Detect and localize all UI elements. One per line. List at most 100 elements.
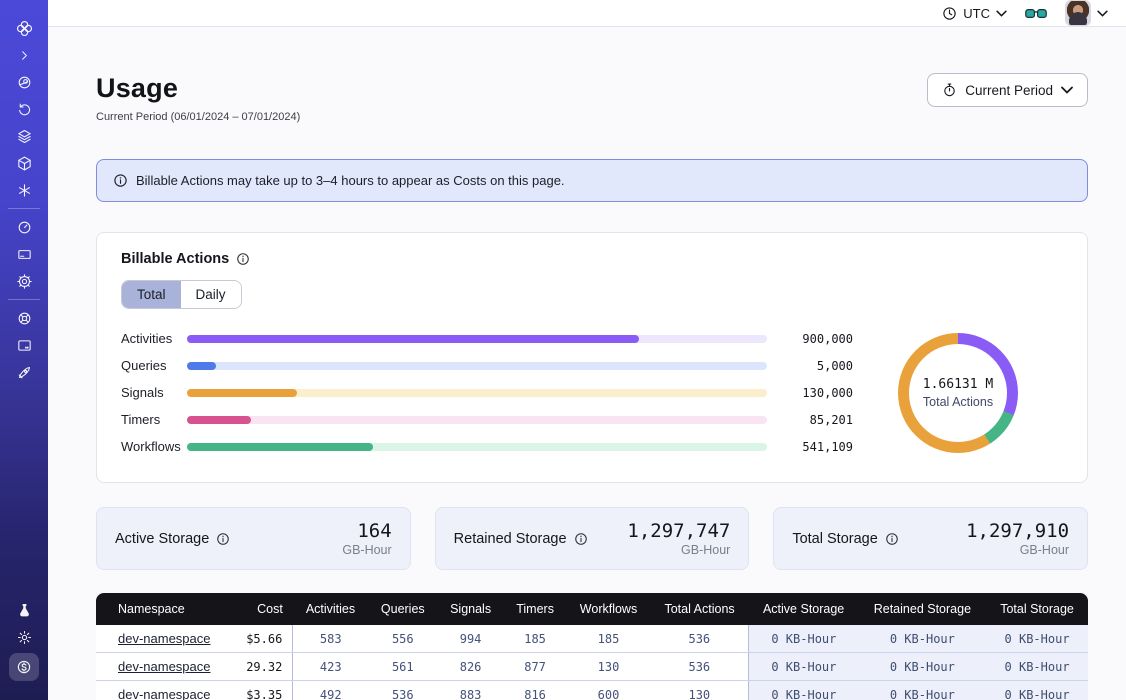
theme-sun-icon[interactable] — [11, 626, 37, 648]
cell-active-storage: 0 KB-Hour — [749, 625, 859, 653]
cell-retained-storage: 0 KB-Hour — [859, 681, 986, 700]
total-storage-label: Total Storage — [792, 531, 877, 547]
cell-total-actions: 130 — [651, 681, 749, 700]
layers-icon[interactable] — [11, 125, 37, 147]
cell-activities: 423 — [293, 653, 368, 681]
cell-total-actions: 536 — [651, 625, 749, 653]
labs-flask-icon[interactable] — [11, 599, 37, 621]
stopwatch-icon — [942, 82, 957, 98]
topbar: UTC — [48, 0, 1126, 27]
bar-row-workflows: Workflows 541,109 — [121, 433, 853, 460]
chevron-down-icon — [996, 10, 1007, 17]
bar-value: 541,109 — [781, 440, 853, 454]
timezone-selector[interactable]: UTC — [942, 6, 1007, 21]
bar-fill — [187, 335, 639, 343]
nexus-asterisk-icon[interactable] — [11, 179, 37, 201]
glasses-icon[interactable] — [1025, 7, 1047, 20]
bar-value: 85,201 — [781, 413, 853, 427]
bar-row-timers: Timers 85,201 — [121, 406, 853, 433]
info-icon — [113, 173, 128, 188]
cell-signals: 826 — [437, 653, 503, 681]
support-lifebuoy-icon[interactable] — [11, 307, 37, 329]
page-title: Usage — [96, 73, 300, 104]
namespace-link[interactable]: dev-namespace — [118, 687, 211, 700]
info-icon[interactable] — [574, 532, 588, 546]
col-queries: Queries — [368, 593, 437, 625]
cell-total-storage: 0 KB-Hour — [986, 681, 1088, 700]
bar-row-queries: Queries 5,000 — [121, 352, 853, 379]
cell-queries: 556 — [368, 625, 437, 653]
cell-signals: 883 — [437, 681, 503, 700]
pricing-dollar-icon[interactable] — [9, 653, 39, 681]
bar-value: 900,000 — [781, 332, 853, 346]
page-subtitle: Current Period (06/01/2024 – 07/01/2024) — [96, 111, 300, 123]
namespaces-icon[interactable] — [11, 71, 37, 93]
bar-track — [187, 389, 767, 397]
temporal-logo-icon[interactable] — [11, 17, 37, 39]
info-icon[interactable] — [236, 252, 250, 266]
info-icon[interactable] — [885, 532, 899, 546]
cell-workflows: 130 — [566, 653, 650, 681]
cell-timers: 877 — [504, 653, 567, 681]
usage-page: Usage Current Period (06/01/2024 – 07/01… — [48, 27, 1126, 700]
cell-retained-storage: 0 KB-Hour — [859, 653, 986, 681]
col-retained-storage: Retained Storage — [859, 593, 986, 625]
app-window: UTC Usage Current Period (06/01/2024 – 0… — [0, 0, 1126, 700]
cell-queries: 536 — [368, 681, 437, 700]
docs-terminal-icon[interactable] — [11, 334, 37, 356]
chevron-right-icon[interactable] — [11, 44, 37, 66]
active-storage-unit: GB-Hour — [342, 543, 391, 557]
bar-label: Queries — [121, 358, 187, 373]
col-active-storage: Active Storage — [749, 593, 859, 625]
tab-daily[interactable]: Daily — [181, 281, 241, 308]
active-storage-card: Active Storage 164 GB-Hour — [96, 507, 411, 570]
col-total-actions: Total Actions — [651, 593, 749, 625]
cell-cost: 29.32 — [231, 653, 293, 681]
chevron-down-icon — [1061, 86, 1073, 94]
billing-card-icon[interactable] — [11, 243, 37, 265]
getting-started-rocket-icon[interactable] — [11, 361, 37, 383]
cell-total-storage: 0 KB-Hour — [986, 653, 1088, 681]
cell-retained-storage: 0 KB-Hour — [859, 625, 986, 653]
history-icon[interactable] — [11, 98, 37, 120]
col-activities: Activities — [293, 593, 368, 625]
table-header-row: Namespace Cost Activities Queries Signal… — [96, 593, 1088, 625]
bar-fill — [187, 389, 297, 397]
namespace-link[interactable]: dev-namespace — [118, 631, 211, 646]
table-row: dev-namespace $5.66 583 556 994 185 185 … — [96, 625, 1088, 653]
info-banner-text: Billable Actions may take up to 3–4 hour… — [136, 173, 565, 188]
donut-center: 1.66131 M Total Actions — [909, 344, 1007, 442]
cell-queries: 561 — [368, 653, 437, 681]
info-icon[interactable] — [216, 532, 230, 546]
sidebar — [0, 0, 48, 700]
billable-view-tabs: Total Daily — [121, 280, 242, 309]
usage-gauge-icon[interactable] — [11, 216, 37, 238]
col-timers: Timers — [504, 593, 567, 625]
namespace-link[interactable]: dev-namespace — [118, 659, 211, 674]
retained-storage-card: Retained Storage 1,297,747 GB-Hour — [435, 507, 750, 570]
bar-row-signals: Signals 130,000 — [121, 379, 853, 406]
bar-value: 5,000 — [781, 359, 853, 373]
settings-gear-icon[interactable] — [11, 270, 37, 292]
cell-activities: 583 — [293, 625, 368, 653]
tab-total[interactable]: Total — [122, 281, 181, 308]
bar-label: Activities — [121, 331, 187, 346]
active-storage-value: 164 — [342, 520, 391, 542]
period-selector-button[interactable]: Current Period — [927, 73, 1088, 107]
cell-timers: 185 — [504, 625, 567, 653]
donut-total-value: 1.66131 M — [923, 377, 993, 392]
bar-label: Workflows — [121, 439, 187, 454]
table-row: dev-namespace 29.32 423 561 826 877 130 … — [96, 653, 1088, 681]
total-storage-value: 1,297,910 — [966, 520, 1069, 542]
col-workflows: Workflows — [566, 593, 650, 625]
user-menu[interactable] — [1065, 0, 1108, 26]
bar-label: Signals — [121, 385, 187, 400]
cell-active-storage: 0 KB-Hour — [749, 653, 859, 681]
active-storage-label: Active Storage — [115, 531, 209, 547]
cell-cost: $5.66 — [231, 625, 293, 653]
cube-icon[interactable] — [11, 152, 37, 174]
retained-storage-unit: GB-Hour — [627, 543, 730, 557]
cell-total-storage: 0 KB-Hour — [986, 625, 1088, 653]
timezone-label: UTC — [963, 6, 990, 21]
cell-workflows: 600 — [566, 681, 650, 700]
